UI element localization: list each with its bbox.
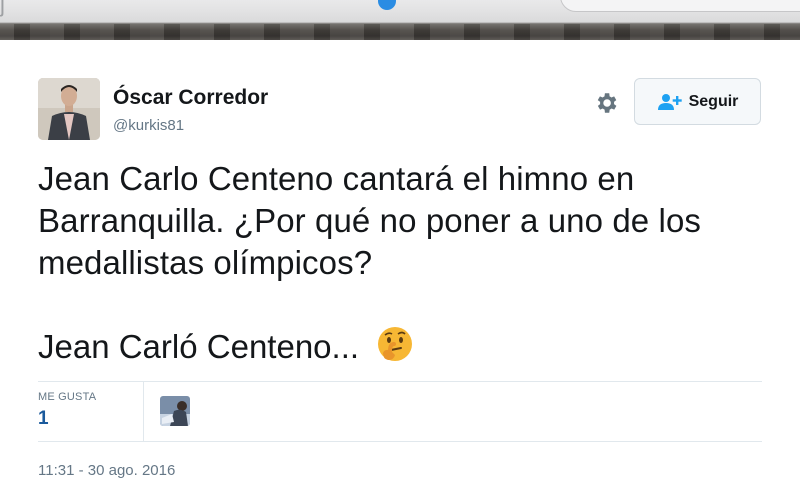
cropped-search-box[interactable] xyxy=(560,0,800,12)
stats-divider-bottom xyxy=(38,441,762,442)
tweet-text-line2: Jean Carló Centeno... xyxy=(38,326,758,368)
cropped-blue-dot-icon xyxy=(378,0,396,10)
tweet-text: Jean Carlo Centeno cantará el himno en B… xyxy=(38,160,701,281)
thinking-face-emoji-icon xyxy=(375,324,415,364)
tweet-text-line2-label: Jean Carló Centeno... xyxy=(38,328,360,365)
liker-avatar[interactable] xyxy=(160,396,190,426)
follow-button-label: Seguir xyxy=(688,92,739,110)
browser-top-strip: j xyxy=(0,0,800,40)
author-avatar[interactable] xyxy=(38,78,100,140)
stats-separator xyxy=(143,381,144,441)
add-user-icon xyxy=(657,93,683,111)
follow-button[interactable]: Seguir xyxy=(634,78,761,125)
likes-count[interactable]: 1 xyxy=(38,408,49,430)
author-handle[interactable]: @kurkis81 xyxy=(113,117,184,134)
author-name[interactable]: Óscar Corredor xyxy=(113,86,268,110)
likes-label: ME GUSTA xyxy=(38,391,97,403)
cropped-text: j xyxy=(0,0,6,17)
tweet-timestamp[interactable]: 11:31 - 30 ago. 2016 xyxy=(38,462,175,479)
tweet-card: Óscar Corredor @kurkis81 Seguir Jean Car… xyxy=(0,40,800,503)
gear-icon[interactable] xyxy=(592,89,620,117)
header-photo-strip xyxy=(0,24,800,40)
stats-divider-top xyxy=(38,381,762,382)
